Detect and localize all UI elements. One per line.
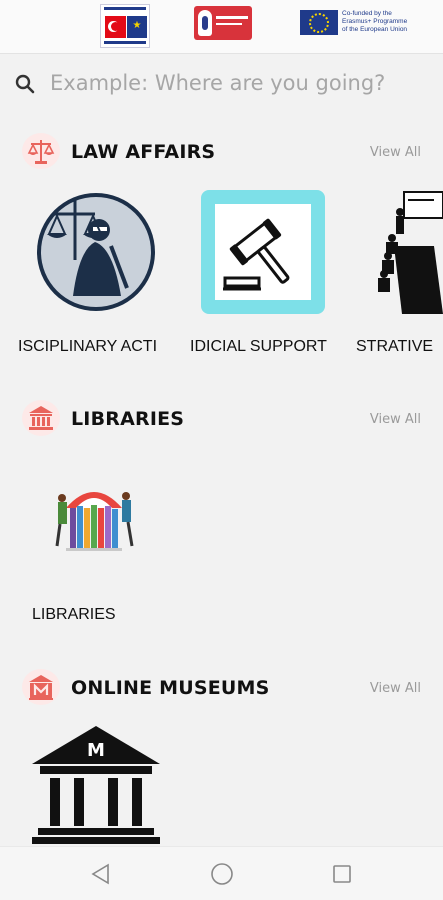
section-title: ONLINE MUSEUMS <box>71 677 270 699</box>
turkey-eu-logo <box>100 4 150 48</box>
gavel-image <box>215 204 311 300</box>
search-input[interactable] <box>50 68 430 98</box>
project-logo <box>194 6 252 40</box>
card-disciplinary-actions[interactable] <box>35 190 157 314</box>
back-icon[interactable] <box>86 859 116 889</box>
museum-building-image: M <box>32 726 160 844</box>
card-museum[interactable]: M <box>30 724 162 844</box>
view-all-link[interactable]: View All <box>370 681 421 696</box>
section-title: LIBRARIES <box>71 408 185 430</box>
recents-icon[interactable] <box>327 859 357 889</box>
app-screen: Co-funded by the Erasmus+ Programme of t… <box>0 0 443 900</box>
logo-header: Co-funded by the Erasmus+ Programme of t… <box>0 0 443 54</box>
view-all-link[interactable]: View All <box>370 412 421 427</box>
scales-icon <box>22 133 60 169</box>
card-libraries[interactable] <box>52 478 136 554</box>
home-icon[interactable] <box>207 859 237 889</box>
card-administrative[interactable] <box>374 186 443 314</box>
section-libraries: LIBRARIES View All <box>0 398 443 438</box>
card-label: ISCIPLINARY ACTI <box>18 338 158 355</box>
section-online-museums: ONLINE MUSEUMS View All <box>0 667 443 707</box>
view-all-link[interactable]: View All <box>370 145 421 160</box>
card-judicial-support[interactable] <box>201 190 325 314</box>
eu-flag-logo <box>300 10 338 35</box>
system-navigation-bar <box>0 846 443 900</box>
erasmus-logo-text: Co-funded by the Erasmus+ Programme of t… <box>342 10 408 33</box>
section-law-affairs: LAW AFFAIRS View All <box>0 131 443 171</box>
card-label: LIBRARIES <box>32 606 116 623</box>
search-icon[interactable] <box>14 73 36 95</box>
books-people-image <box>55 492 134 551</box>
meeting-room-image <box>378 191 443 314</box>
section-title: LAW AFFAIRS <box>71 141 216 163</box>
search-bar[interactable] <box>0 56 443 110</box>
svg-text:M: M <box>87 740 105 761</box>
card-label: IDICIAL SUPPORT <box>190 338 327 355</box>
library-building-icon <box>22 400 60 436</box>
lady-justice-image <box>37 193 155 311</box>
museum-icon <box>22 669 60 705</box>
card-label: STRATIVE <box>356 338 434 355</box>
